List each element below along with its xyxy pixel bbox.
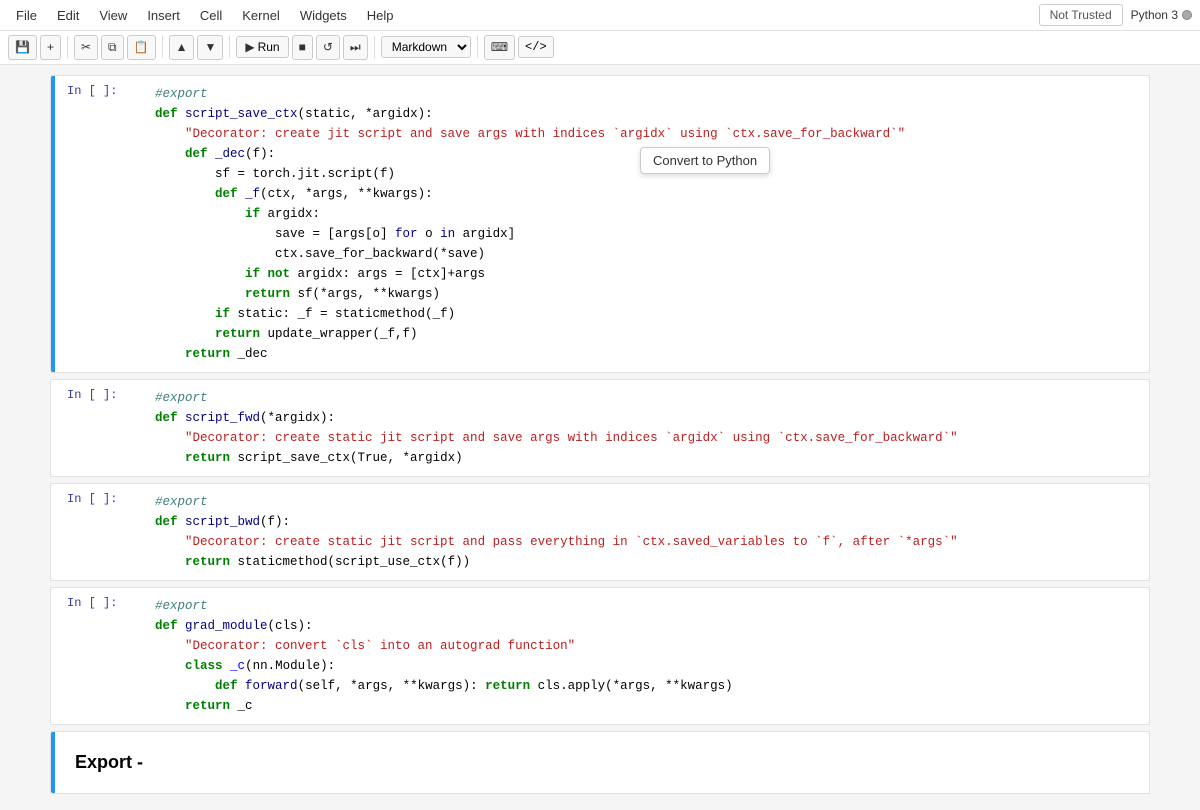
run-icon: ▶ — [245, 40, 254, 54]
code-cell-4: In [ ]: #export def grad_module(cls): "D… — [50, 587, 1150, 725]
run-button[interactable]: ▶ Run — [236, 36, 288, 58]
toolbar-separator-1 — [67, 36, 68, 58]
restart-button[interactable]: ↺ — [316, 35, 340, 60]
paste-button[interactable]: 📋 — [127, 35, 156, 60]
kernel-info: Python 3 — [1131, 8, 1192, 22]
menu-kernel[interactable]: Kernel — [234, 5, 288, 26]
cell-prompt-3: In [ ]: — [55, 484, 155, 514]
restart-run-button[interactable]: ⏭ — [343, 35, 368, 60]
code-cell-2: In [ ]: #export def script_fwd(*argidx):… — [50, 379, 1150, 477]
cell-border-1 — [51, 76, 55, 372]
copy-button[interactable]: ⧉ — [101, 35, 124, 60]
cell-type-select[interactable]: Markdown — [381, 36, 471, 58]
toolbar-separator-5 — [477, 36, 478, 58]
cell-code-2[interactable]: #export def script_fwd(*argidx): "Decora… — [155, 380, 1149, 476]
cell-prompt-2: In [ ]: — [55, 380, 155, 410]
save-button[interactable]: 💾 — [8, 35, 37, 60]
toolbar: 💾 + ✂ ⧉ 📋 ▲ ▼ ▶ Run ■ ↺ ⏭ Markdown ⌨ </> — [0, 31, 1200, 65]
menu-widgets[interactable]: Widgets — [292, 5, 355, 26]
move-up-button[interactable]: ▲ — [169, 35, 195, 60]
menu-help[interactable]: Help — [359, 5, 402, 26]
toolbar-separator-4 — [374, 36, 375, 58]
menu-view[interactable]: View — [91, 5, 135, 26]
menu-edit[interactable]: Edit — [49, 5, 87, 26]
code-view-button[interactable]: </> — [518, 36, 554, 58]
cell-code-3[interactable]: #export def script_bwd(f): "Decorator: c… — [155, 484, 1149, 580]
markdown-cell-export: Export - — [50, 731, 1150, 794]
cell-code-1[interactable]: #export def script_save_ctx(static, *arg… — [155, 76, 1149, 372]
stop-button[interactable]: ■ — [292, 35, 313, 60]
cell-code-4[interactable]: #export def grad_module(cls): "Decorator… — [155, 588, 1149, 724]
code-cell-3: In [ ]: #export def script_bwd(f): "Deco… — [50, 483, 1150, 581]
kernel-name: Python 3 — [1131, 8, 1178, 22]
move-down-button[interactable]: ▼ — [197, 35, 223, 60]
convert-to-python-tooltip: Convert to Python — [640, 147, 770, 174]
cell-prompt-1: In [ ]: — [55, 76, 155, 106]
kernel-status-icon — [1182, 10, 1192, 20]
run-label: Run — [258, 40, 280, 54]
cut-button[interactable]: ✂ — [74, 35, 98, 60]
add-cell-button[interactable]: + — [40, 35, 61, 60]
menu-file[interactable]: File — [8, 5, 45, 26]
notebook: Convert to Python In [ ]: #export def sc… — [50, 65, 1150, 810]
toolbar-separator-3 — [229, 36, 230, 58]
menu-insert[interactable]: Insert — [139, 5, 188, 26]
cell-prompt-4: In [ ]: — [55, 588, 155, 618]
code-cell-1: In [ ]: #export def script_save_ctx(stat… — [50, 75, 1150, 373]
not-trusted-button[interactable]: Not Trusted — [1039, 4, 1123, 26]
toolbar-separator-2 — [162, 36, 163, 58]
keyboard-button[interactable]: ⌨ — [484, 35, 515, 60]
menubar: File Edit View Insert Cell Kernel Widget… — [0, 0, 1200, 31]
menu-cell[interactable]: Cell — [192, 5, 230, 26]
markdown-content: Export - — [55, 732, 1149, 793]
